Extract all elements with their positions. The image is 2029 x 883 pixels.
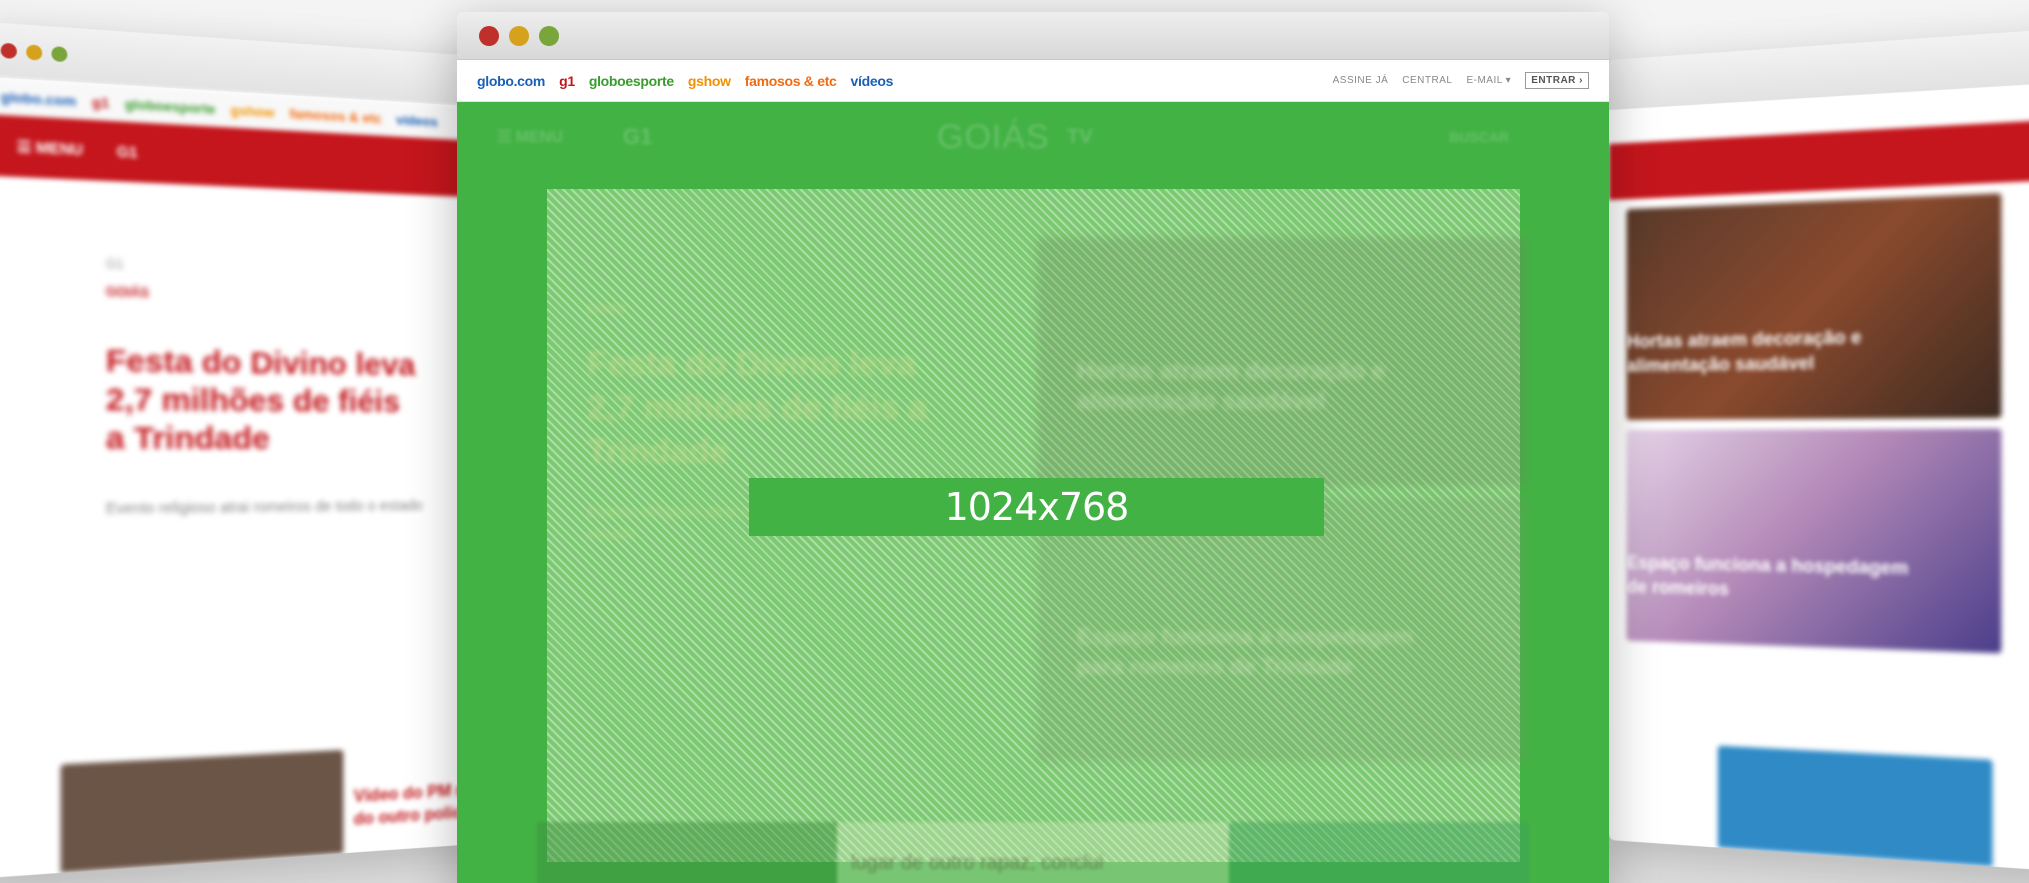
left-section: GOIÁS: [105, 284, 149, 301]
g1-content-area: ☰ MENU G1 GOIÁS TV BUSCAR GOIÁS Festa do…: [457, 102, 1609, 883]
left-browser-window: globo.com g1 globoesporte gshow famosos …: [0, 21, 535, 879]
left-video-thumbnail: [60, 749, 344, 873]
globo-topnav: globo.com g1 globoesporte gshow famosos …: [457, 60, 1609, 102]
minimize-button[interactable]: [509, 25, 529, 46]
right-g1-header: [1609, 117, 2029, 200]
right-bottom-card: [1717, 745, 1993, 867]
main-browser-window: globo.com g1 globoesporte gshow famosos …: [457, 12, 1609, 883]
ghost-card-1-caption: Hortas atraem decoração e alimentação sa…: [1077, 358, 1386, 415]
left-nav-globocom: globo.com: [0, 88, 77, 109]
ghost-kicker: GOIÁS: [587, 302, 626, 316]
tv-affiliate-logo: TV: [1067, 125, 1093, 148]
left-nav-gshow: gshow: [230, 101, 275, 120]
nav-link-videos[interactable]: vídeos: [851, 73, 894, 89]
maximize-button[interactable]: [539, 25, 559, 46]
left-subtitle: Evento religioso atrai romeiros de todo …: [105, 496, 423, 517]
nav-login-button[interactable]: ENTRAR ›: [1525, 72, 1589, 89]
ghost-bottom-right: [1229, 822, 1529, 883]
ghost-bottom-left: [537, 822, 837, 883]
left-article: G1 GOIÁS Festa do Divino leva 2,7 milhõe…: [0, 175, 534, 520]
right-window-chrome: [1609, 26, 2029, 110]
left-g1-logo: G1: [116, 142, 138, 161]
nav-link-famosos[interactable]: famosos & etc: [745, 73, 837, 89]
right-browser-window: Hortas atraem decoração e alimentação sa…: [1609, 26, 2029, 874]
right-caption-espaco: Espaço funciona a hospedagem de romeiros: [1626, 552, 1909, 600]
right-photo-hortas: [1626, 193, 2002, 420]
right-caption-hortas: Hortas atraem decoração e alimentação sa…: [1626, 326, 1862, 376]
ghost-bottom-strip: lugar de outro rapaz, conclui: [537, 822, 1529, 883]
left-nav-globoesporte: globoesporte: [124, 95, 216, 117]
minimize-dot: [26, 44, 43, 61]
nav-link-gshow[interactable]: gshow: [688, 73, 731, 89]
nav-email-dropdown[interactable]: E-MAIL ▾: [1466, 75, 1511, 86]
left-nav-videos: vídeos: [396, 111, 438, 130]
nav-central-link[interactable]: CENTRAL: [1402, 75, 1452, 86]
ghost-card-2-caption: Espaço funciona a hospedagem para romeir…: [1077, 624, 1414, 679]
right-photo-espaco: [1626, 428, 2002, 654]
g1-header: ☰ MENU G1 GOIÁS TV BUSCAR: [457, 102, 1609, 172]
left-kicker: G1: [105, 256, 124, 272]
ghost-bottom-mid: lugar de outro rapaz, conclui: [837, 822, 1229, 883]
nav-link-globocom[interactable]: globo.com: [477, 73, 545, 89]
region-title: GOIÁS: [937, 117, 1050, 156]
nav-subscribe-link[interactable]: ASSINE JÁ: [1333, 75, 1389, 86]
ghost-headline: Festa do Divino leva 2,7 milhões de fiéi…: [587, 345, 928, 471]
left-nav-g1: g1: [92, 93, 110, 111]
search-button[interactable]: BUSCAR: [1449, 129, 1509, 145]
left-headline: Festa do Divino leva 2,7 milhões de fiéi…: [105, 343, 416, 457]
nav-link-globoesporte[interactable]: globoesporte: [589, 73, 674, 89]
mockup-stage: globo.com g1 globoesporte gshow famosos …: [0, 0, 2029, 883]
close-dot: [0, 42, 17, 60]
window-titlebar: [457, 12, 1609, 60]
left-menu-label: ☰ MENU: [16, 137, 83, 158]
maximize-dot: [51, 46, 68, 63]
menu-button[interactable]: ☰ MENU: [497, 127, 563, 147]
viewport-size-label: 1024x768: [749, 478, 1324, 536]
ghost-bottom-text: lugar de outro rapaz, conclui: [851, 852, 1104, 874]
left-nav-famosos: famosos & etc: [289, 105, 382, 126]
g1-logo[interactable]: G1: [623, 124, 652, 150]
nav-link-g1[interactable]: g1: [559, 73, 575, 89]
close-button[interactable]: [479, 25, 499, 46]
